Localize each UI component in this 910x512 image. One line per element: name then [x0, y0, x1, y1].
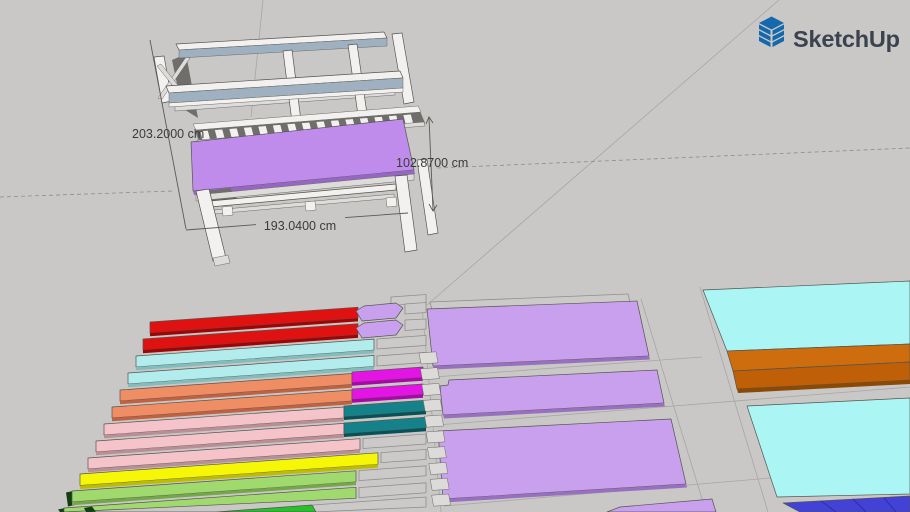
small-part[interactable] [431, 493, 451, 507]
small-part[interactable] [429, 477, 450, 491]
sketchup-logo-text: SketchUp [793, 26, 900, 52]
dimension-label-width[interactable]: 193.0400 cm [264, 219, 336, 233]
sketchup-viewport[interactable]: 203.2000 cm 102.8700 cm 193.0400 cm Sket… [0, 0, 910, 512]
small-part[interactable] [424, 414, 444, 428]
small-part[interactable] [425, 430, 446, 444]
small-part[interactable] [420, 367, 440, 381]
small-part[interactable] [422, 398, 443, 412]
viewport-canvas[interactable]: 203.2000 cm 102.8700 cm 193.0400 cm Sket… [0, 0, 910, 512]
base-tab[interactable] [304, 200, 317, 212]
panel-cyan[interactable] [702, 280, 910, 352]
small-part[interactable] [421, 383, 442, 396]
ghost-board[interactable] [404, 318, 427, 331]
base-tab[interactable] [221, 205, 234, 217]
small-part[interactable] [428, 462, 449, 475]
dimension-label-depth[interactable]: 102.8700 cm [396, 156, 468, 170]
base-tab[interactable] [385, 196, 398, 208]
small-part[interactable] [427, 446, 447, 460]
small-part[interactable] [418, 351, 439, 365]
dimension-label-height[interactable]: 203.2000 cm [132, 127, 204, 141]
panel-purple[interactable] [426, 300, 650, 367]
ghost-board[interactable] [404, 302, 427, 315]
